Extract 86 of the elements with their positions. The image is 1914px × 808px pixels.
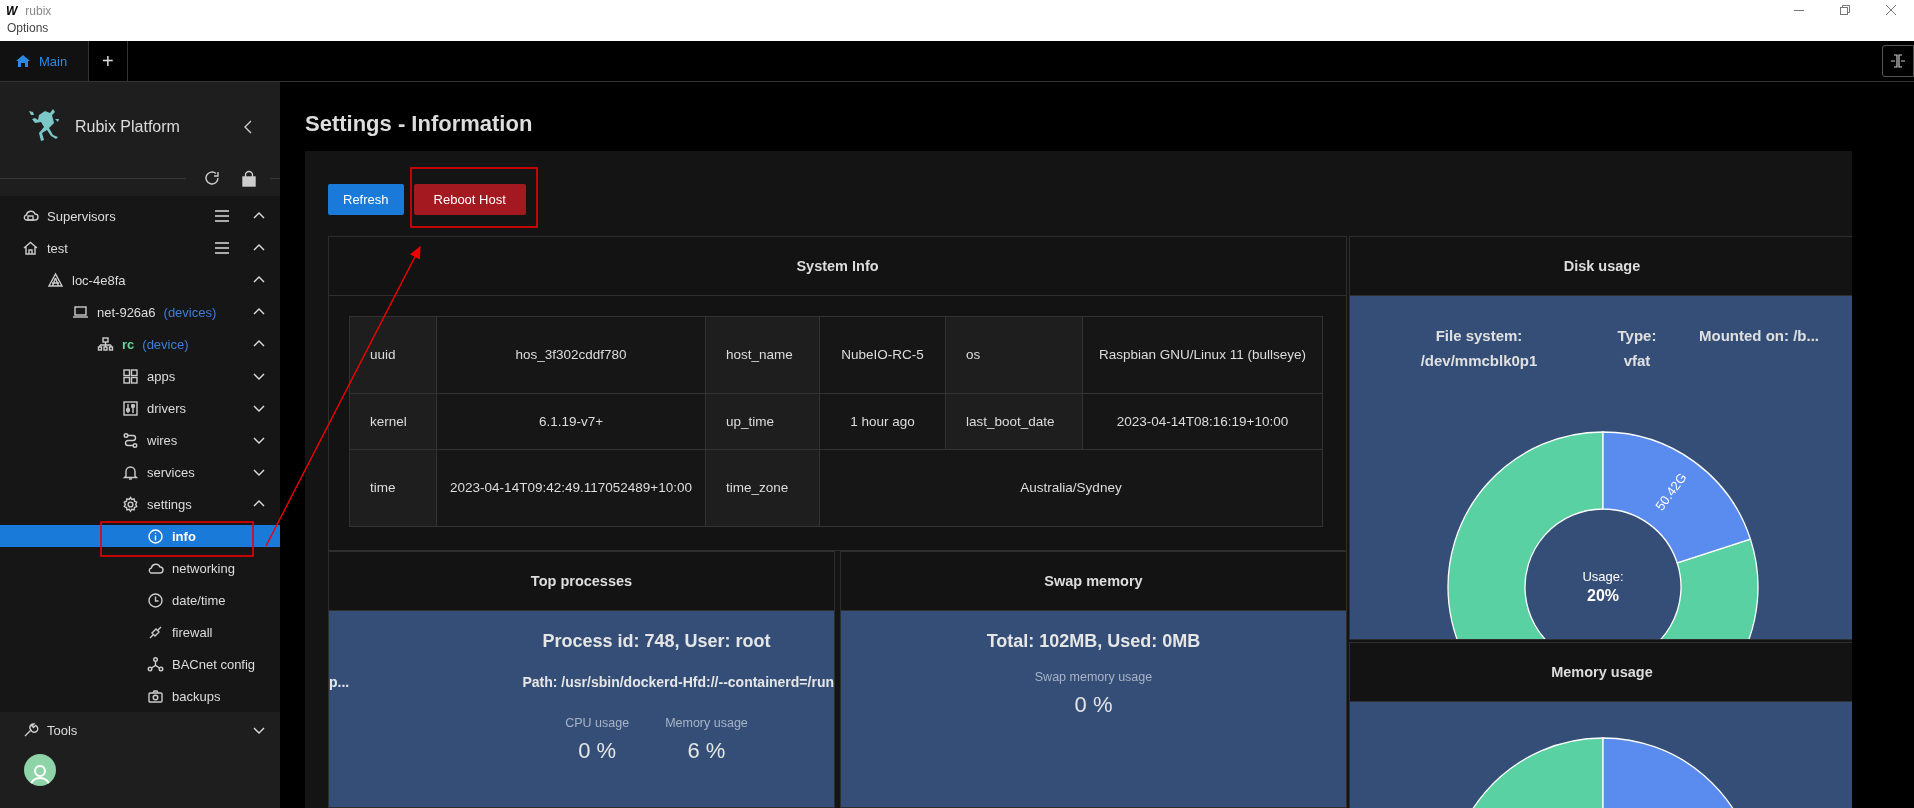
tree-item[interactable]: net-926a6 (devices) [0,296,280,328]
pyramid-icon [47,271,64,289]
network-nodes-icon [147,655,164,673]
stat-value: 0 % [578,738,617,764]
panel-title: System Info [796,258,879,274]
hierarchy-icon [97,335,114,353]
route-icon [122,431,139,449]
tree-item[interactable]: drivers [0,392,280,424]
stat-label: CPU usage [565,716,630,730]
split-view-button[interactable] [1882,45,1914,77]
tree-item[interactable]: settings [0,488,280,520]
page-title: Settings - Information [305,109,534,138]
tree-item[interactable]: rc (device) [0,328,280,360]
disk-field: Mounted on: /b... [1684,323,1834,371]
add-tab-button[interactable]: + [89,41,128,81]
stat-label: Memory usage [665,716,748,730]
table-cell: 2023-04-14T08:16:19+10:00 [1082,393,1323,450]
process-path: Path: /usr/sbin/dockerd-Hfd://--containerd=/run [522,674,834,690]
app-logo: W [6,3,18,18]
refresh-icon[interactable] [204,169,221,187]
tree-item[interactable]: BACnet config [0,648,280,680]
window-title: rubix [25,3,52,18]
table-cell: os [945,316,1083,394]
usage-value: 20% [1587,587,1619,604]
restore-icon[interactable] [1839,4,1851,16]
panel-title: Top processes [530,573,633,589]
tab[interactable]: Main [0,41,89,81]
laptop-icon [72,303,89,321]
tree-item[interactable]: test [0,232,280,264]
process-heading: Process id: 748, User: root [542,630,771,652]
table-cell: last_boot_date [945,393,1083,450]
table-cell: hos_3f302cddf780 [436,316,706,394]
tree-item[interactable]: backups [0,680,280,712]
table-cell: uuid [349,316,437,394]
table-cell: time [349,449,437,527]
table-cell: Raspbian GNU/Linux 11 (bullseye) [1082,316,1323,394]
brand-name: Rubix Platform [75,118,181,136]
bell-icon [122,463,139,481]
home-icon [22,239,39,257]
reboot-button[interactable]: Reboot Host [413,184,526,215]
camera-icon [147,687,164,705]
stat-value: 6 % [687,738,726,764]
panel-title: Memory usage [1551,664,1653,680]
table-cell: host_name [705,316,820,394]
tree-item[interactable]: loc-4e8fa [0,264,280,296]
tree-item[interactable]: networking [0,552,280,584]
home-icon [15,53,31,69]
disk-field: File system: /dev/mmcblk0p1 [1394,323,1564,371]
table-cell: 6.1.19-v7+ [436,393,706,450]
avatar-icon[interactable] [24,754,56,786]
tree-item[interactable]: services [0,456,280,488]
sliders-icon [122,399,139,417]
clock-icon [147,591,164,609]
panel-title: Swap memory [1044,573,1143,589]
menu-item[interactable]: Options [7,21,49,35]
table-cell: Australia/Sydney [819,449,1323,527]
swap-heading: Total: 102MB, Used: 0MB [986,630,1201,652]
table-cell: time_zone [705,449,820,527]
stat-value: 0 % [1074,692,1113,718]
menu-icon[interactable] [214,240,230,256]
menu-icon[interactable] [214,208,230,224]
panel-title: Disk usage [1563,258,1641,274]
tree-item[interactable]: apps [0,360,280,392]
tree-item[interactable]: info [0,525,280,547]
table-cell: NubeIO-RC-5 [819,316,946,394]
table-cell: 1 hour ago [819,393,946,450]
tree-item[interactable]: Tools [0,714,280,746]
grid-icon [122,367,139,385]
usage-label: Usage: [1582,569,1624,584]
info-icon [147,527,164,545]
stat-label: Swap memory usage [1034,670,1153,684]
tree-item[interactable]: Supervisors [0,200,280,232]
settings-icon [122,495,139,513]
table-cell: kernel [349,393,437,450]
table-cell: 2023-04-14T09:42:49.117052489+10:00 [436,449,706,527]
close-icon[interactable] [1885,4,1897,16]
split-view-icon [1890,53,1906,69]
tree-item[interactable]: date/time [0,584,280,616]
refresh-button[interactable]: Refresh [328,184,404,215]
table-cell: up_time [705,393,820,450]
lock-icon[interactable] [241,169,257,187]
disk-field: Type: vfat [1613,323,1661,371]
tree-item[interactable]: wires [0,424,280,456]
wrench-icon [22,721,39,739]
tree-item[interactable]: firewall [0,616,280,648]
process-name: p... [329,674,350,690]
